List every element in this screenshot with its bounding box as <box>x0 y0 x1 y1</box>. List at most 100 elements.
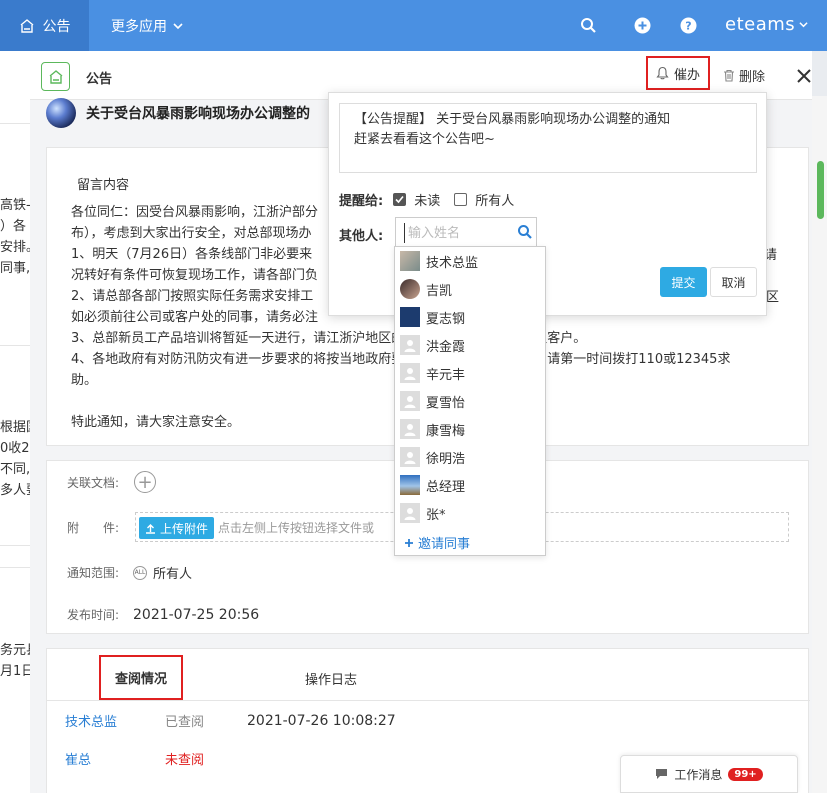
announcement-icon <box>41 62 70 91</box>
work-messages-button[interactable]: 工作消息 99+ <box>620 755 798 793</box>
delete-button[interactable]: 删除 <box>723 66 765 85</box>
bell-icon <box>656 66 669 80</box>
plus-icon: + <box>137 471 153 493</box>
notice-title: 关于受台风暴雨影响现场办公调整的 <box>86 106 310 122</box>
cancel-button[interactable]: 取消 <box>710 267 757 297</box>
list-item-text: 同事, <box>0 261 30 276</box>
all-users-icon: ALL <box>133 565 147 580</box>
avatar <box>400 475 420 495</box>
person-name: 夏志钢 <box>426 311 466 327</box>
invite-colleague-label: 邀请同事 <box>418 537 471 552</box>
person-name: 总经理 <box>426 479 466 495</box>
close-icon[interactable] <box>795 67 812 85</box>
list-item[interactable]: 徐明浩 <box>400 446 465 468</box>
default-avatar-icon <box>400 503 420 523</box>
announcement-icon <box>20 18 33 33</box>
search-icon[interactable] <box>517 224 533 240</box>
list-item-text: 根据国 <box>0 420 30 435</box>
related-docs-row: 关联文档: + <box>67 471 156 493</box>
svg-text:?: ? <box>685 20 691 33</box>
table-row: 崔总 未查阅 <box>65 749 247 768</box>
table-row: 技术总监 已查阅 2021-07-26 10:08:27 <box>65 711 396 731</box>
notify-scope-row: 通知范围: ALL 所有人 <box>67 563 192 582</box>
everyone-checkbox[interactable] <box>454 193 468 206</box>
search-icon[interactable] <box>580 17 597 34</box>
nav-home-label: 公告 <box>42 18 71 35</box>
add-related-doc-button[interactable]: + <box>134 471 156 493</box>
publish-time-label: 发布时间: <box>67 608 120 622</box>
brand-menu[interactable]: eteams <box>725 14 808 35</box>
remind-to-row: 提醒给: 未读 所有人 <box>339 190 514 209</box>
name-search-input[interactable] <box>404 223 512 243</box>
urge-button[interactable]: 催办 <box>646 56 710 90</box>
add-circle-icon[interactable] <box>634 17 651 34</box>
upload-label: 上传附件 <box>160 521 209 536</box>
person-name: 徐明浩 <box>426 451 466 467</box>
list-item-text: 月1日 <box>0 664 30 679</box>
related-docs-label: 关联文档: <box>67 475 120 490</box>
trash-icon <box>724 69 734 82</box>
person-name: 夏雪怡 <box>426 395 466 411</box>
avatar <box>400 251 420 271</box>
list-item[interactable]: 夏志钢 <box>400 306 465 328</box>
reminder-message-line: 【公告提醒】 关于受台风暴雨影响现场办公调整的通知 <box>354 112 671 127</box>
body-line-tail: 区 <box>766 290 780 305</box>
list-item[interactable]: 辛元丰 <box>400 362 465 384</box>
brand-logo: eteams <box>725 14 796 35</box>
list-item[interactable]: 吉凯 <box>400 278 452 300</box>
more-apps-menu[interactable]: 更多应用 <box>111 0 183 51</box>
plus-icon <box>405 538 413 547</box>
default-avatar-icon <box>400 335 420 355</box>
background-notice-list: 高铁- ）各 安排。 同事, 根据国 0收2月 不同, 多人要 务元县 月1日 <box>0 51 30 793</box>
publish-time-row: 发布时间: 2021-07-25 20:56 <box>67 606 259 623</box>
upload-hint: 点击左侧上传按钮选择文件或 <box>218 521 375 535</box>
default-avatar-icon <box>400 447 420 467</box>
default-avatar-icon <box>400 419 420 439</box>
name-search-field[interactable] <box>395 217 537 247</box>
notice-title-row: 关于受台风暴雨影响现场办公调整的 <box>46 98 310 128</box>
list-item[interactable]: 洪金霞 <box>400 334 465 356</box>
list-item-text: 安排。 <box>0 240 30 255</box>
panel-title: 公告 <box>86 72 113 87</box>
unread-checkbox[interactable] <box>393 193 407 206</box>
reader-name[interactable]: 技术总监 <box>65 711 165 730</box>
person-name: 洪金霞 <box>426 339 466 355</box>
read-status: 已查阅 <box>165 715 205 730</box>
list-item-text: 不同, <box>0 462 30 477</box>
work-messages-label: 工作消息 <box>674 767 723 782</box>
person-name: 辛元丰 <box>426 367 466 383</box>
tab-read-status[interactable]: 查阅情况 <box>99 655 183 700</box>
publisher-avatar[interactable] <box>46 98 76 128</box>
remind-to-label: 提醒给: <box>339 194 384 209</box>
submit-button[interactable]: 提交 <box>660 267 707 297</box>
help-circle-icon[interactable]: ? <box>680 17 697 34</box>
others-row: 其他人: <box>339 225 383 244</box>
chevron-down-icon <box>799 22 808 28</box>
default-avatar-icon <box>400 391 420 411</box>
publish-time-value: 2021-07-25 20:56 <box>133 606 260 623</box>
upload-attachment-button[interactable]: 上传附件 <box>139 517 215 539</box>
reminder-message-textarea[interactable]: 【公告提醒】 关于受台风暴雨影响现场办公调整的通知 赶紧去看看这个公告吧~ <box>339 103 757 173</box>
list-item[interactable]: 总经理 <box>400 474 465 496</box>
list-item[interactable]: 康雪梅 <box>400 418 465 440</box>
read-tabs: 查阅情况 操作日志 <box>47 649 810 701</box>
tab-operation-log-label: 操作日志 <box>305 673 358 688</box>
more-apps-label: 更多应用 <box>111 18 167 35</box>
read-status: 未查阅 <box>165 753 205 768</box>
notify-scope-label: 通知范围: <box>67 566 120 580</box>
nav-home-announcements[interactable]: 公告 <box>0 0 89 51</box>
scrollbar-thumb[interactable] <box>817 161 824 219</box>
list-item-text: 多人要 <box>0 483 30 498</box>
list-item-text: 高铁- <box>0 198 30 213</box>
list-item[interactable]: 张* <box>400 502 446 524</box>
everyone-option-label: 所有人 <box>475 194 515 209</box>
delete-label: 删除 <box>739 70 766 85</box>
person-name: 康雪梅 <box>426 423 466 439</box>
person-name: 张* <box>426 507 446 523</box>
list-item[interactable]: 夏雪怡 <box>400 390 465 412</box>
tab-operation-log[interactable]: 操作日志 <box>305 669 357 688</box>
reader-name[interactable]: 崔总 <box>65 749 165 768</box>
attachments-row: 附 件: <box>67 519 133 536</box>
invite-colleague-link[interactable]: 邀请同事 <box>404 533 470 552</box>
list-item[interactable]: 技术总监 <box>400 250 478 272</box>
